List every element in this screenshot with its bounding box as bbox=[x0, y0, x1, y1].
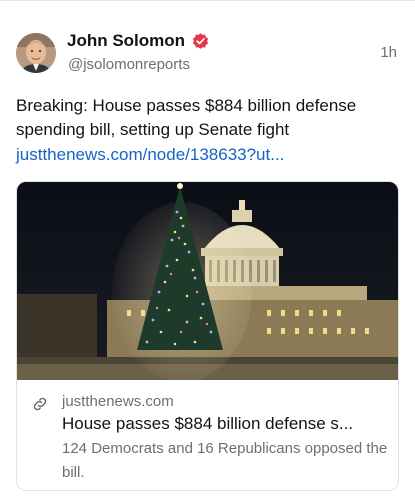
post-link[interactable]: justthenews.com/node/138633?ut... bbox=[16, 143, 284, 167]
link-preview-card[interactable]: justthenews.com House passes $884 billio… bbox=[16, 181, 399, 491]
author-row: John Solomon bbox=[67, 31, 210, 51]
card-image bbox=[17, 182, 398, 380]
post-text: Breaking: House passes $884 billion defe… bbox=[16, 96, 357, 139]
link-icon bbox=[31, 395, 49, 413]
verified-badge-icon bbox=[191, 32, 210, 51]
post-timestamp: 1h bbox=[380, 44, 397, 61]
avatar[interactable] bbox=[16, 33, 56, 73]
card-title: House passes $884 billion defense s... bbox=[62, 414, 354, 433]
top-divider bbox=[0, 0, 415, 1]
card-domain: justthenews.com bbox=[62, 393, 174, 410]
author-name[interactable]: John Solomon bbox=[67, 31, 185, 51]
author-handle[interactable]: @jsolomonreports bbox=[68, 56, 190, 73]
card-description: 124 Democrats and 16 Republicans opposed… bbox=[62, 440, 388, 481]
